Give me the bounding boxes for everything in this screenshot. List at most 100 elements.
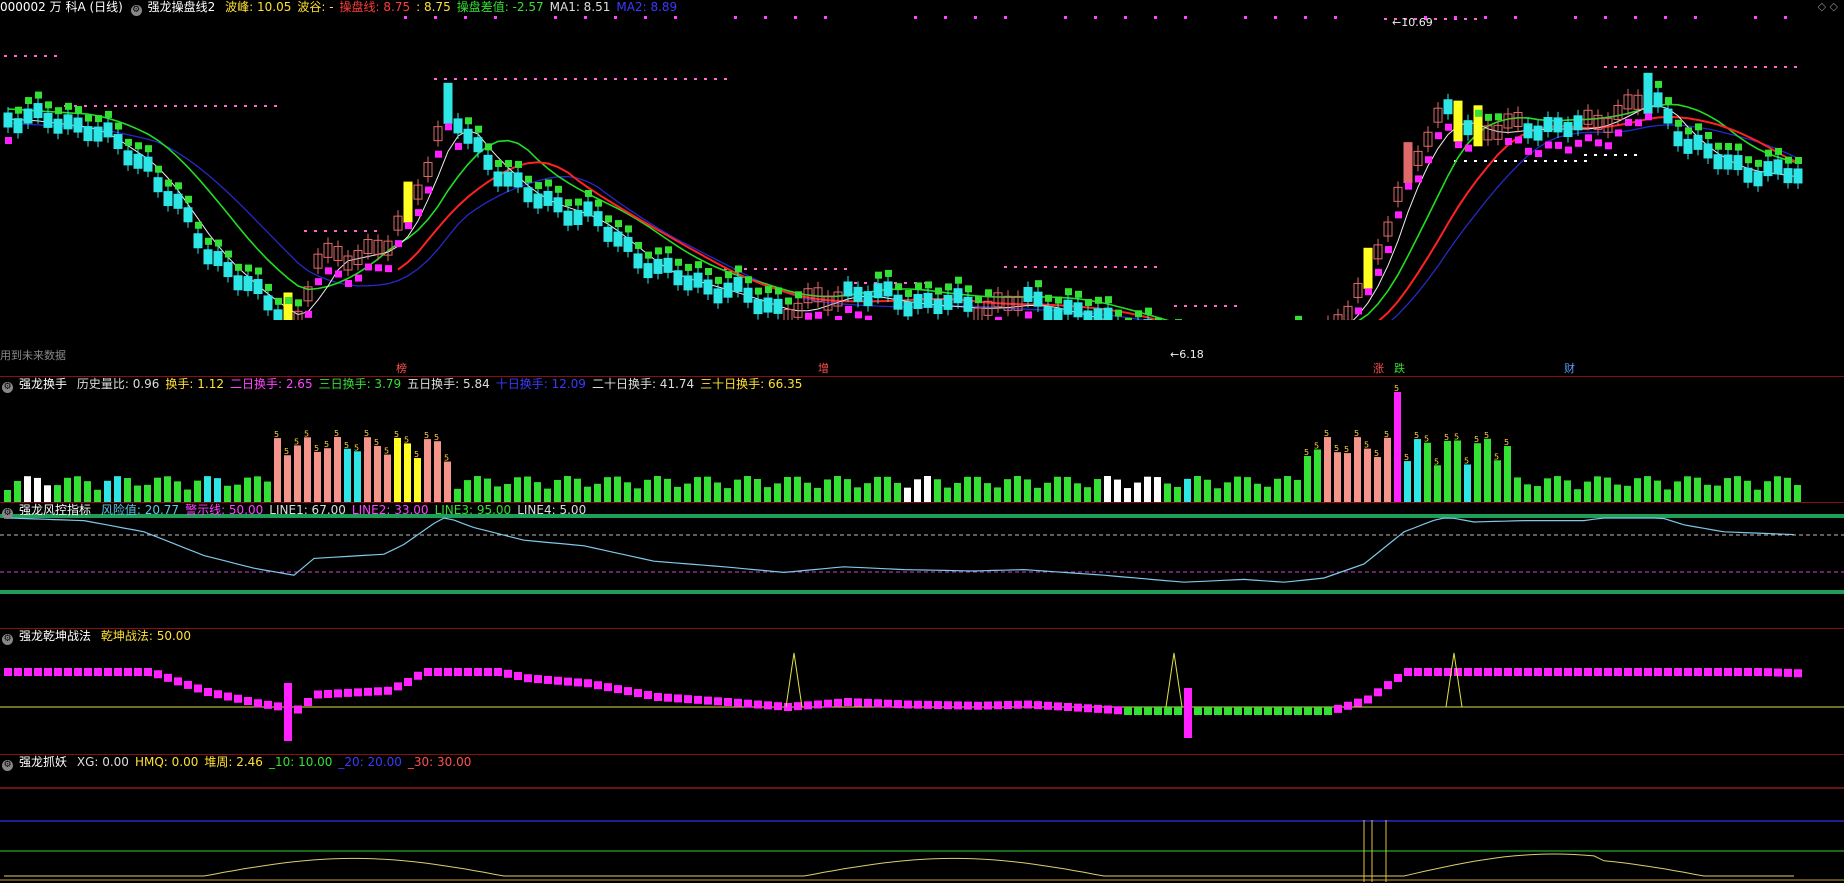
qiankun-block: [1534, 668, 1542, 676]
catch-chart[interactable]: [0, 754, 1844, 883]
candle-body: [533, 193, 543, 209]
dotted-level: [1764, 66, 1767, 68]
qiankun-panel[interactable]: ⚙ 强龙乾坤战法 乾坤战法: 50.00: [0, 628, 1844, 754]
turnover-bar: [484, 478, 491, 502]
candle-body: [953, 288, 963, 304]
trend-square: [915, 282, 922, 290]
qiankun-block: [244, 697, 252, 705]
trend-square: [1055, 296, 1062, 304]
candle-body: [1643, 72, 1653, 114]
signal-dot: [1274, 16, 1277, 19]
trend-square: [1455, 141, 1462, 149]
candle-body: [1033, 291, 1043, 307]
trend-square: [195, 221, 202, 229]
turnover-bar: [1034, 487, 1041, 502]
candle-body: [1543, 117, 1553, 133]
turnover-bar-chart[interactable]: 55555 555 55555555 555555 55555555 555 555 555: [0, 376, 1844, 502]
gear-icon[interactable]: ⚙: [130, 5, 142, 16]
trend-square: [765, 286, 772, 294]
turnover-bar: [864, 483, 871, 502]
trend-square: [65, 102, 72, 110]
signal-dot: [1514, 16, 1517, 19]
turnover-bar: [624, 482, 631, 502]
main-field: : 8.75: [416, 0, 451, 14]
qiankun-block: [704, 696, 712, 705]
turnover-field: 换手: 1.12: [165, 377, 224, 391]
catch-panel[interactable]: ⚙ 强龙抓妖 XG: 0.00 HMQ: 0.00 堆周: 2.46 _10: 10.0…: [0, 754, 1844, 883]
qiankun-block: [564, 677, 572, 686]
risk-panel[interactable]: ⚙ 强龙风控指标 风险值: 20.77 警示线: 50.00 LINE1: 67.00…: [0, 502, 1844, 628]
qiankun-block: [1744, 668, 1752, 676]
trend-square: [435, 150, 442, 158]
candle-body: [193, 233, 203, 249]
turnover-bar-tag: 5: [1374, 449, 1379, 458]
turnover-bar-tag: 5: [294, 437, 299, 446]
risk-line-chart[interactable]: [0, 502, 1844, 628]
turnover-bar: [1444, 440, 1451, 502]
trend-square: [545, 179, 552, 187]
trend-square: [1595, 139, 1602, 147]
qiankun-block: [1024, 700, 1032, 709]
gear-icon[interactable]: ⚙: [2, 634, 13, 645]
trend-square: [1665, 97, 1672, 105]
dotted-level: [1064, 266, 1067, 268]
candle-body: [693, 272, 703, 288]
candle-body: [183, 207, 193, 223]
dotted-level: [554, 78, 557, 80]
trend-square: [955, 276, 962, 284]
qiankun-block: [64, 668, 72, 676]
marker-cai: 财: [1564, 362, 1575, 375]
turnover-bar: [694, 477, 701, 502]
turnover-bar: [724, 488, 731, 502]
qiankun-block: [1384, 681, 1392, 690]
turnover-bar: [614, 476, 621, 502]
trend-square: [975, 296, 982, 304]
qiankun-block: [254, 699, 262, 708]
gear-icon[interactable]: ⚙: [2, 760, 13, 771]
turnover-bar: [274, 438, 281, 502]
trend-square: [585, 189, 592, 197]
candle-body: [143, 156, 153, 172]
trend-square: [335, 270, 342, 278]
turnover-bar: [1004, 479, 1011, 502]
qiankun-block: [864, 698, 872, 707]
signal-dot: [734, 16, 737, 19]
turnover-bar: [894, 482, 901, 502]
dotted-level: [714, 78, 717, 80]
main-chart-panel[interactable]: 000002 万 科A (日线) ⚙ 强龙操盘线2 波峰: 10.05 波谷: - 操…: [0, 0, 1844, 375]
trend-square: [1565, 146, 1572, 154]
qiankun-block: [274, 702, 282, 711]
candle-body: [933, 299, 943, 315]
dotted-level: [124, 105, 127, 107]
qiankun-block: [934, 701, 942, 710]
candlestick-chart[interactable]: [0, 0, 1844, 320]
turnover-bar-tag: 5: [1324, 429, 1329, 438]
turnover-bar-tag: 5: [414, 450, 419, 459]
candle-body: [843, 281, 853, 297]
dotted-level: [1464, 160, 1467, 162]
candle-body: [33, 103, 43, 119]
gear-icon[interactable]: ⚙: [2, 508, 13, 519]
trend-square: [1045, 294, 1052, 302]
trend-square: [875, 271, 882, 279]
turnover-bar: [1284, 476, 1291, 502]
qiankun-block: [834, 698, 842, 707]
candle-body: [873, 283, 883, 299]
qiankun-block: [1754, 668, 1762, 676]
signal-dot: [584, 16, 587, 19]
main-indicator-values: 波峰: 10.05 波谷: - 操盘线: 8.75: 8.75 操盘差值: -2.57…: [225, 0, 683, 14]
trend-square: [525, 175, 532, 183]
trend-square: [725, 271, 732, 279]
low-price-label: ←6.18: [1170, 348, 1204, 361]
qiankun-chart[interactable]: [0, 628, 1844, 754]
turnover-panel[interactable]: ⚙ 强龙换手 历史量比: 0.96 换手: 1.12 二日换手: 2.65 三日换手: …: [0, 376, 1844, 502]
candle-body: [1063, 299, 1073, 315]
gear-icon[interactable]: ⚙: [2, 382, 13, 393]
candle-body: [173, 193, 183, 209]
trend-square: [1775, 147, 1782, 155]
trend-square: [575, 198, 582, 206]
trend-square: [985, 289, 992, 297]
turnover-bar: [144, 484, 151, 502]
qiankun-block: [1724, 668, 1732, 676]
candle-body: [1533, 125, 1543, 141]
